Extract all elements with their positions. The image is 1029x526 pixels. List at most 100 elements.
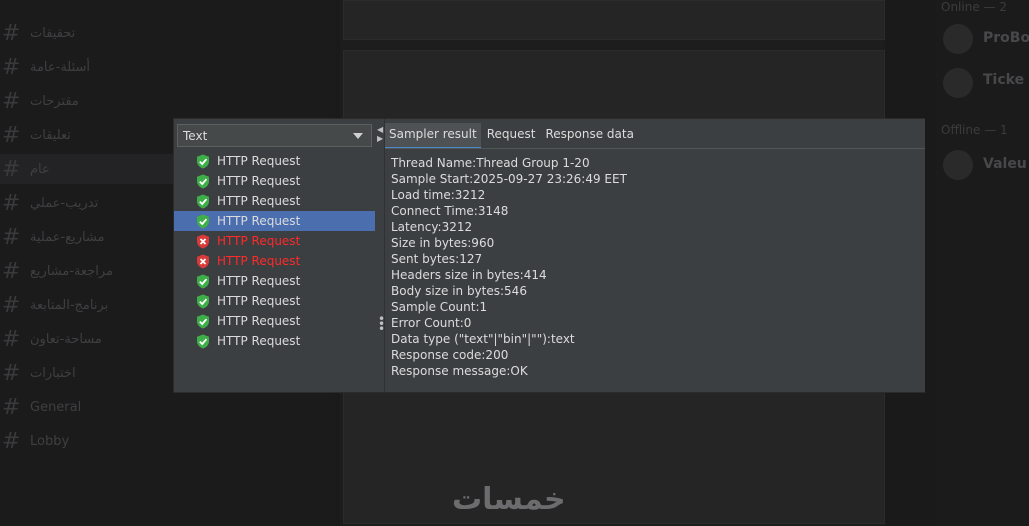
result-line: Sample Count:1 [391, 300, 488, 314]
members-offline-header: Offline — 1 [941, 123, 1008, 137]
tree-item-label: HTTP Request [217, 334, 301, 348]
channel-item[interactable]: # أسئلة-عامة [0, 52, 330, 82]
result-line: Connect Time:3148 [391, 204, 509, 218]
result-line: Sent bytes:127 [391, 252, 483, 266]
channel-label: تحقيقات [30, 25, 76, 41]
tree-item-http-request[interactable]: HTTP Request [174, 171, 375, 191]
channel-item[interactable]: # مقترحات [0, 86, 330, 116]
tree-item-http-request[interactable]: HTTP Request [174, 251, 375, 271]
result-line: Response message:OK [391, 364, 528, 378]
tree-item-label: HTTP Request [217, 314, 301, 328]
chevron-down-icon[interactable] [353, 132, 363, 139]
hash-icon: # [2, 428, 21, 454]
renderer-select-value: Text [183, 128, 208, 143]
background-members-list: Online — 2 ProBo Ticke Offline — 1 Valeu [935, 0, 1029, 526]
member-name[interactable]: Valeu [983, 156, 1027, 172]
success-shield-icon [197, 194, 209, 208]
error-shield-icon [197, 234, 209, 248]
channel-label: تدريب-عملي [30, 195, 99, 211]
channel-label: Lobby [30, 433, 70, 449]
channel-label: مراجعة-مشاريع [30, 263, 114, 279]
hash-icon: # [2, 394, 21, 420]
members-online-header: Online — 2 [941, 0, 1007, 14]
channel-item[interactable]: # Lobby [0, 426, 330, 456]
tree-item-http-request[interactable]: HTTP Request [174, 191, 375, 211]
tree-item-label: HTTP Request [217, 294, 301, 308]
tree-item-http-request[interactable]: HTTP Request [174, 331, 375, 351]
member-name[interactable]: Ticke [983, 72, 1024, 88]
background-tree-panel [343, 392, 885, 524]
channel-item[interactable]: # General [0, 392, 330, 422]
avatar [943, 150, 973, 180]
result-line: Response code:200 [391, 348, 509, 362]
hash-icon: # [2, 54, 21, 80]
detail-tabs: Sampler result Request Response data [385, 123, 640, 149]
result-line: Data type ("text"|"bin"|""):text [391, 332, 575, 346]
hash-icon: # [2, 258, 21, 284]
results-tree-pane: Text HTTP Request HTTP Request HTTP Reques… [174, 119, 379, 392]
tree-item-http-request[interactable]: HTTP Request [174, 291, 375, 311]
tree-item-http-request[interactable]: HTTP Request [174, 311, 375, 331]
tree-item-http-request[interactable]: HTTP Request [174, 211, 375, 231]
member-name[interactable]: ProBo [983, 30, 1029, 46]
tree-item-http-request[interactable]: HTTP Request [174, 271, 375, 291]
avatar [943, 24, 973, 54]
tree-item-label: HTTP Request [217, 234, 301, 248]
hash-icon: # [2, 156, 21, 182]
hash-icon: # [2, 326, 21, 352]
channel-label: تعليقات [30, 127, 71, 143]
result-line: Sample Start:2025-09-27 23:26:49 EET [391, 172, 627, 186]
success-shield-icon [197, 334, 209, 348]
success-shield-icon [197, 174, 209, 188]
sample-tree: HTTP Request HTTP Request HTTP Request HTTP… [174, 151, 375, 351]
hash-icon: # [2, 292, 21, 318]
renderer-select[interactable]: Text [177, 124, 372, 147]
hash-icon: # [2, 88, 21, 114]
background-table-top [343, 0, 885, 40]
result-line: Load time:3212 [391, 188, 486, 202]
tree-item-http-request[interactable]: HTTP Request [174, 151, 375, 171]
channel-label: برنامج-المتابعة [30, 297, 109, 313]
tree-item-label: HTTP Request [217, 254, 301, 268]
success-shield-icon [197, 214, 209, 228]
channel-label: أسئلة-عامة [30, 59, 91, 75]
result-line: Size in bytes:960 [391, 236, 495, 250]
sampler-result-text: Thread Name:Thread Group 1-20 Sample Star… [391, 155, 627, 379]
pane-splitter[interactable]: ◀ ▶ • • • [375, 119, 385, 392]
tab-response-data[interactable]: Response data [541, 123, 637, 147]
result-line: Body size in bytes:546 [391, 284, 527, 298]
hash-icon: # [2, 20, 21, 46]
view-results-tree-window: Text HTTP Request HTTP Request HTTP Reques… [173, 118, 925, 393]
result-line: Latency:3212 [391, 220, 473, 234]
hash-icon: # [2, 122, 21, 148]
channel-label: اختبارات [30, 365, 76, 381]
channel-label: General [30, 399, 82, 415]
success-shield-icon [197, 314, 209, 328]
result-line: Headers size in bytes:414 [391, 268, 547, 282]
tree-item-label: HTTP Request [217, 154, 301, 168]
channel-label: مقترحات [30, 93, 79, 109]
success-shield-icon [197, 154, 209, 168]
result-line: Thread Name:Thread Group 1-20 [391, 156, 590, 170]
channel-item[interactable]: # تحقيقات [0, 18, 330, 48]
tab-sampler-result[interactable]: Sampler result [385, 123, 481, 149]
khamsat-logo: خمسات [452, 482, 566, 517]
background-table [343, 50, 885, 122]
result-line: Error Count:0 [391, 316, 472, 330]
success-shield-icon [197, 294, 209, 308]
tab-request[interactable]: Request [483, 123, 540, 147]
tree-item-label: HTTP Request [217, 214, 301, 228]
error-shield-icon [197, 254, 209, 268]
channel-label: عام [30, 161, 50, 177]
hash-icon: # [2, 360, 21, 386]
collapse-arrows-icon[interactable]: ◀ ▶ [377, 125, 383, 143]
sample-detail-pane: Sampler result Request Response data Threa… [384, 119, 925, 392]
tree-item-http-request[interactable]: HTTP Request [174, 231, 375, 251]
hash-icon: # [2, 190, 21, 216]
tab-divider [385, 148, 925, 149]
hash-icon: # [2, 224, 21, 250]
success-shield-icon [197, 274, 209, 288]
tree-item-label: HTTP Request [217, 194, 301, 208]
channel-label: مساحة-تعاون [30, 331, 102, 347]
avatar [943, 68, 973, 98]
